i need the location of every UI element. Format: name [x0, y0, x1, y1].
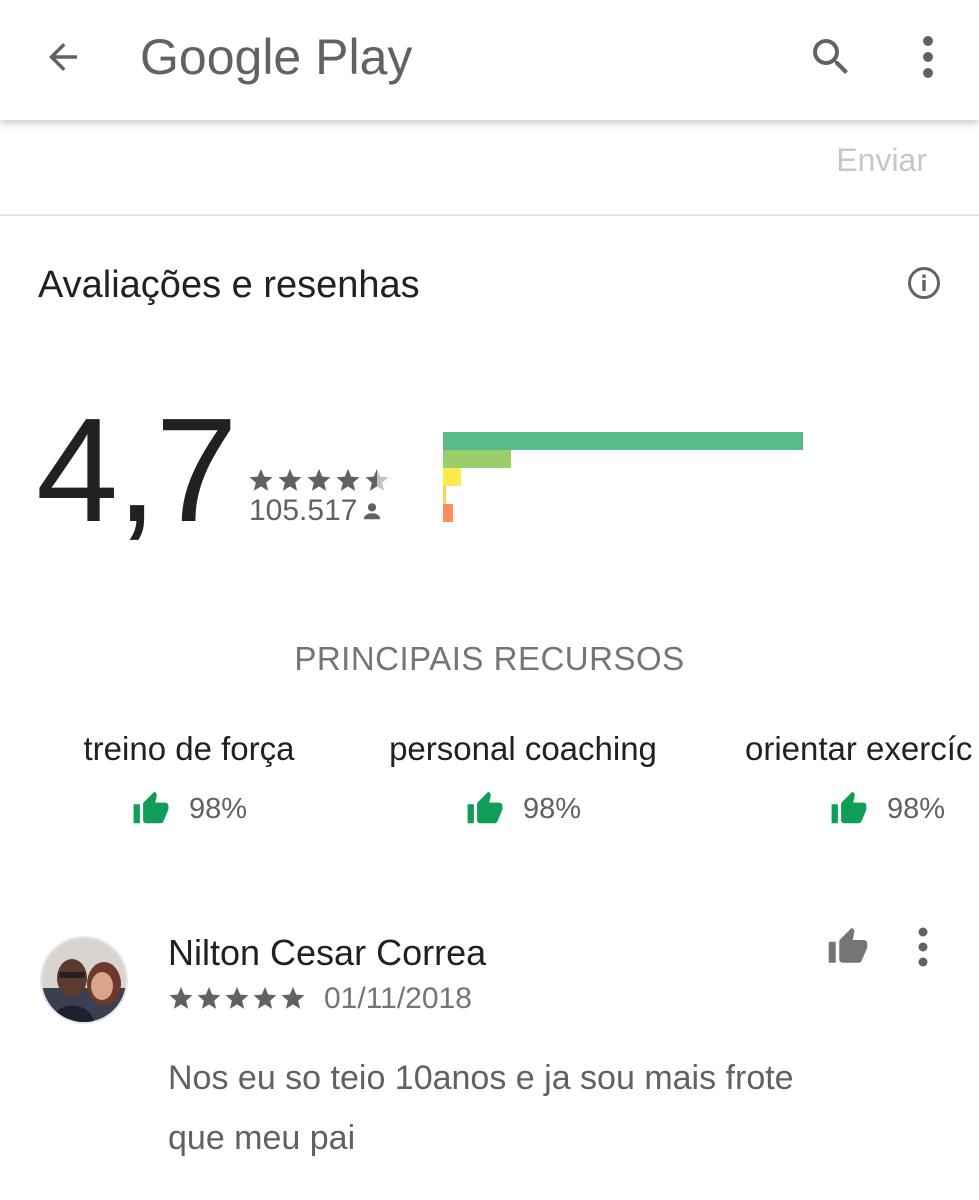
star-filled: [336, 469, 360, 491]
app-title: Google Play: [140, 29, 413, 85]
star-filled: [169, 987, 193, 1009]
thumb-up-icon: [831, 791, 867, 824]
submit-row: Enviar: [0, 120, 979, 216]
thumb-up-icon: [467, 791, 503, 824]
review-menu-button[interactable]: [908, 924, 938, 970]
arrow-back-icon: [49, 43, 77, 71]
star-filled: [281, 987, 305, 1009]
rating-bar-4-star: [443, 450, 511, 468]
average-rating: 4,7: [36, 388, 238, 553]
feature-name: personal coaching: [389, 730, 657, 767]
more-vert-icon: [923, 36, 933, 78]
star-filled: [307, 469, 331, 491]
info-icon: [908, 267, 940, 299]
star-filled: [197, 987, 221, 1009]
thumb-up-icon: [828, 927, 868, 963]
feature-score: 98%: [131, 790, 247, 828]
star-filled: [225, 987, 249, 1009]
feature-item[interactable]: treino de força 98%: [76, 730, 302, 833]
back-button[interactable]: [40, 34, 86, 80]
ratings-section-title: Avaliações e resenhas: [38, 264, 420, 306]
rating-count: 105.517: [249, 494, 383, 528]
rating-distribution: [443, 432, 843, 522]
more-vert-icon: [918, 927, 928, 967]
review-helpful-button[interactable]: [826, 926, 870, 970]
search-icon: [813, 39, 848, 74]
rating-bar-5-star: [443, 432, 803, 450]
review-meta: 01/11/2018: [168, 982, 472, 1016]
rating-bar-1-star: [443, 504, 453, 522]
submit-button[interactable]: Enviar: [836, 142, 927, 179]
star-rating-icon: [249, 469, 389, 491]
feature-score: 98%: [465, 790, 581, 828]
search-button[interactable]: [806, 32, 856, 82]
feature-item[interactable]: orientar exercíc 98%: [745, 730, 979, 833]
rating-bar-3-star: [443, 468, 461, 486]
feature-score-value: 98%: [887, 792, 946, 825]
star-rating-icon: [169, 987, 305, 1009]
star-filled: [249, 469, 273, 491]
review-text: Nos eu so teio 10anos e ja sou mais frot…: [168, 1059, 794, 1157]
info-button[interactable]: [906, 265, 942, 301]
features-title: PRINCIPAIS RECURSOS: [294, 640, 685, 677]
person-icon: [364, 503, 381, 520]
rating-bar-2-star: [443, 486, 446, 504]
rating-count-value: 105.517: [249, 494, 358, 527]
feature-item[interactable]: personal coaching 98%: [380, 730, 666, 833]
review-author: Nilton Cesar Correa: [168, 932, 487, 973]
reviewer-avatar[interactable]: [40, 936, 128, 1024]
star-filled: [253, 987, 277, 1009]
feature-score-value: 98%: [188, 792, 248, 825]
feature-score-value: 98%: [522, 792, 582, 825]
app-bar: Google Play: [0, 0, 979, 120]
thumb-up-icon: [133, 791, 169, 824]
feature-score: 98%: [829, 790, 945, 828]
avatar-photo: [42, 938, 126, 1022]
overflow-menu-button[interactable]: [908, 32, 948, 82]
feature-name: treino de força: [83, 730, 295, 767]
star-filled: [278, 469, 302, 491]
feature-name: orientar exercíc: [745, 730, 973, 767]
review-date: 01/11/2018: [324, 982, 472, 1015]
